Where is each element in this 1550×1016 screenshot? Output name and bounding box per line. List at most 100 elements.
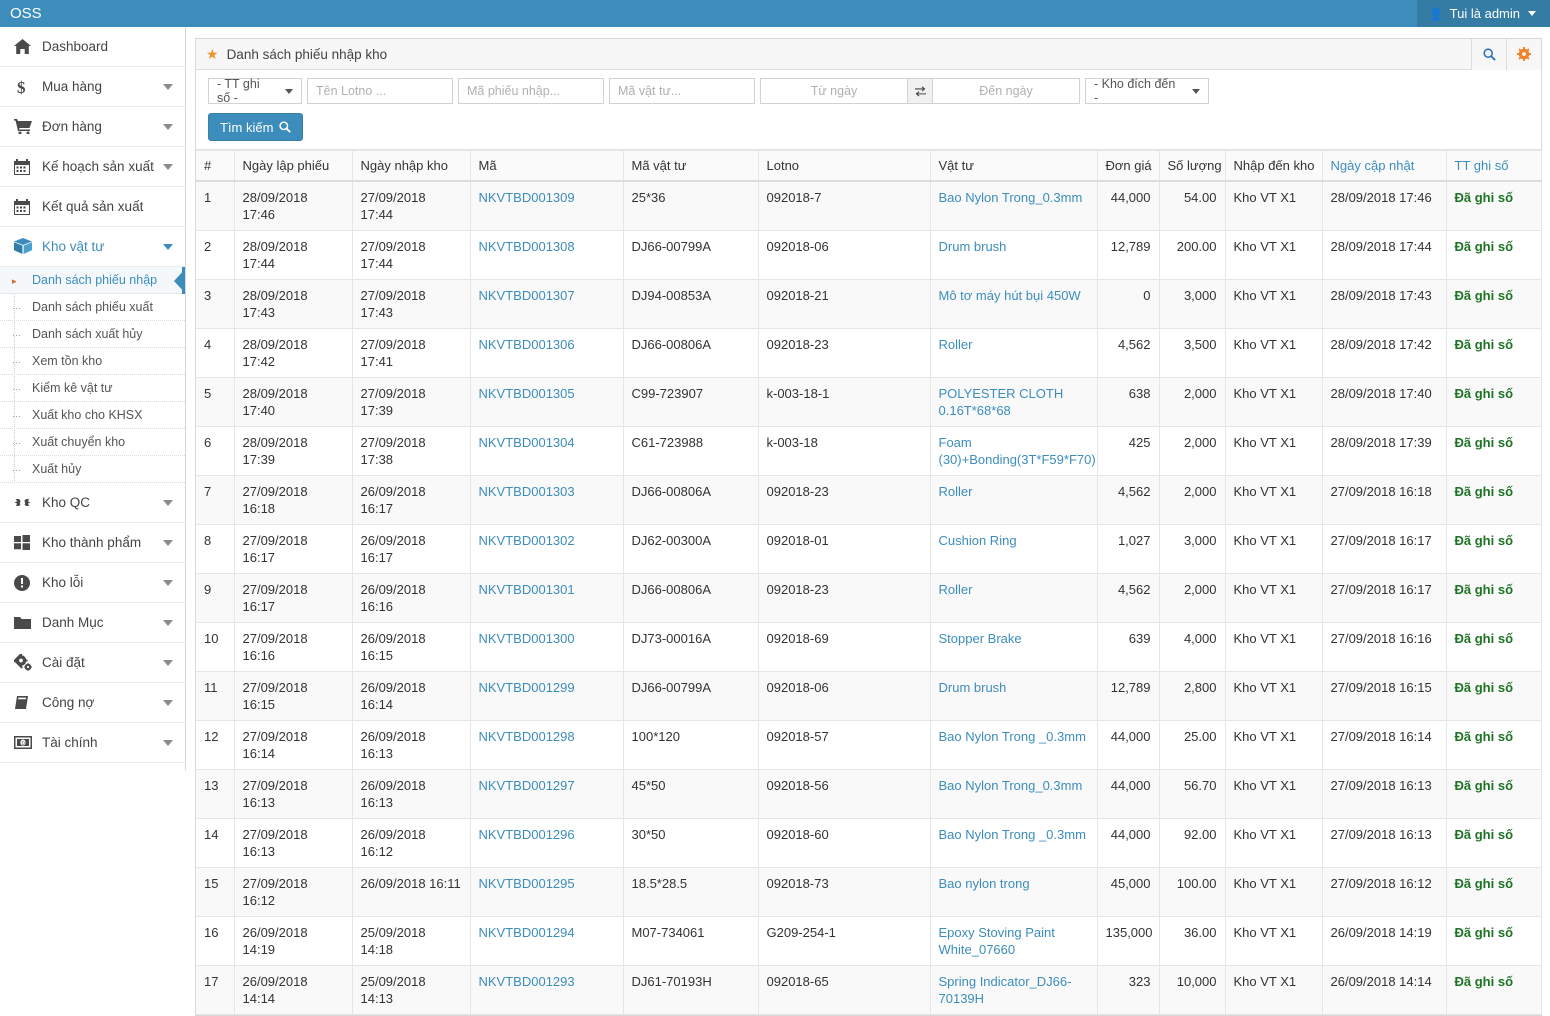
filter-tu-ngay-input[interactable] — [760, 78, 908, 104]
th-ngay-cap-nhat[interactable]: Ngày cập nhật — [1322, 150, 1447, 182]
cell-vat-tu[interactable]: Roller — [930, 328, 1098, 378]
sidebar-item-danh-sach-phieu-nhap[interactable]: ▸ Danh sách phiếu nhập — [0, 267, 185, 294]
cell-vat-tu[interactable]: Foam (30)+Bonding(3T*F59*F70) — [930, 426, 1098, 476]
cell-vat-tu[interactable]: Bao Nylon Trong _0.3mm — [930, 720, 1098, 770]
cell-ma[interactable]: NKVTBD001301 — [470, 573, 624, 623]
table-row[interactable]: 6 28/09/2018 17:39 27/09/2018 17:38 NKVTBD0… — [196, 426, 1542, 476]
cell-vat-tu[interactable]: Roller — [930, 475, 1098, 525]
cell-ma[interactable]: NKVTBD001308 — [470, 230, 624, 280]
star-icon[interactable]: ★ — [206, 47, 219, 61]
sidebar-item-kho-thanh-pham[interactable]: Kho thành phẩm — [0, 523, 185, 563]
cell-ma[interactable]: NKVTBD001293 — [470, 965, 624, 1015]
sidebar-item-ke-hoach-san-xuat[interactable]: Kế hoạch sản xuất — [0, 147, 185, 187]
gears-icon — [14, 654, 36, 671]
cell-ma[interactable]: NKVTBD001298 — [470, 720, 624, 770]
th-ngay-nhap[interactable]: Ngày nhập kho — [352, 150, 471, 182]
sidebar-item-cong-no[interactable]: Công nợ — [0, 683, 185, 723]
th-so-luong[interactable]: Số lượng — [1159, 150, 1226, 182]
table-row[interactable]: 5 28/09/2018 17:40 27/09/2018 17:39 NKVTBD0… — [196, 377, 1542, 427]
cell-ma[interactable]: NKVTBD001300 — [470, 622, 624, 672]
table-row[interactable]: 8 27/09/2018 16:17 26/09/2018 16:17 NKVTBD0… — [196, 524, 1542, 574]
search-submit-button[interactable]: Tìm kiếm — [208, 113, 304, 141]
cell-ma[interactable]: NKVTBD001295 — [470, 867, 624, 917]
table-row[interactable]: 2 28/09/2018 17:44 27/09/2018 17:44 NKVTBD0… — [196, 230, 1542, 280]
cell-ma[interactable]: NKVTBD001294 — [470, 916, 624, 966]
cell-ma[interactable]: NKVTBD001305 — [470, 377, 624, 427]
table-row[interactable]: 3 28/09/2018 17:43 27/09/2018 17:43 NKVTBD0… — [196, 279, 1542, 329]
table-row[interactable]: 13 27/09/2018 16:13 26/09/2018 16:13 NKVTBD… — [196, 769, 1542, 819]
sidebar-item-kho-qc[interactable]: Kho QC — [0, 483, 185, 523]
table-row[interactable]: 16 26/09/2018 14:19 25/09/2018 14:18 NKVTBD… — [196, 916, 1542, 966]
panel-search-button[interactable] — [1471, 38, 1506, 70]
panel-settings-button[interactable] — [1506, 38, 1541, 70]
th-ma[interactable]: Mã — [470, 150, 624, 182]
cell-vat-tu[interactable]: Stopper Brake — [930, 622, 1098, 672]
table-row[interactable]: 17 26/09/2018 14:14 25/09/2018 14:13 NKVTBD… — [196, 965, 1542, 1015]
sidebar-item-xuat-kho-cho-khsx[interactable]: ⋯ Xuất kho cho KHSX — [0, 402, 185, 429]
cell-ma[interactable]: NKVTBD001307 — [470, 279, 624, 329]
app-brand[interactable]: OSS — [0, 0, 186, 27]
cell-vat-tu[interactable]: Drum brush — [930, 671, 1098, 721]
filter-ma-phieu-input[interactable] — [458, 78, 604, 104]
table-row[interactable]: 10 27/09/2018 16:16 26/09/2018 16:15 NKVTBD… — [196, 622, 1542, 672]
table-row[interactable]: 7 27/09/2018 16:18 26/09/2018 16:17 NKVTBD0… — [196, 475, 1542, 525]
cell-vat-tu[interactable]: Mô tơ máy hút bụi 450W — [930, 279, 1098, 329]
th-tt-ghi-so[interactable]: TT ghi số — [1446, 150, 1542, 182]
filter-den-ngay-input[interactable] — [932, 78, 1080, 104]
th-vat-tu[interactable]: Vật tư — [930, 150, 1098, 182]
table-row[interactable]: 1 28/09/2018 17:46 27/09/2018 17:44 NKVTBD0… — [196, 181, 1542, 231]
sidebar-item-xuat-chuyen-kho[interactable]: ⋯ Xuất chuyển kho — [0, 429, 185, 456]
cell-vat-tu[interactable]: Roller — [930, 573, 1098, 623]
table-row[interactable]: 4 28/09/2018 17:42 27/09/2018 17:41 NKVTBD0… — [196, 328, 1542, 378]
sidebar-item-danh-sach-phieu-xuat[interactable]: ⋯ Danh sách phiếu xuất — [0, 294, 185, 321]
table-row[interactable]: 11 27/09/2018 16:15 26/09/2018 16:14 NKVTBD… — [196, 671, 1542, 721]
th-index[interactable]: # — [196, 150, 235, 182]
table-row[interactable]: 12 27/09/2018 16:14 26/09/2018 16:13 NKVTBD… — [196, 720, 1542, 770]
th-ngay-lap[interactable]: Ngày lập phiếu — [234, 150, 353, 182]
filter-ma-vat-tu-input[interactable] — [609, 78, 755, 104]
sidebar-item-xem-ton-kho[interactable]: ⋯ Xem tồn kho — [0, 348, 185, 375]
filter-lotno-input[interactable] — [307, 78, 453, 104]
cell-vat-tu[interactable]: Bao Nylon Trong _0.3mm — [930, 818, 1098, 868]
cell-ma[interactable]: NKVTBD001297 — [470, 769, 624, 819]
filter-kho-select[interactable]: - Kho đích đến - — [1085, 77, 1209, 105]
sidebar-item-kho-vat-tu[interactable]: Kho vật tư — [0, 227, 185, 267]
cell-ma[interactable]: NKVTBD001306 — [470, 328, 624, 378]
sidebar-item-danh-sach-xuat-huy[interactable]: ⋯ Danh sách xuất hủy — [0, 321, 185, 348]
th-don-gia[interactable]: Đơn giá — [1097, 150, 1160, 182]
cell-vat-tu[interactable]: Bao nylon trong — [930, 867, 1098, 917]
cell-ma[interactable]: NKVTBD001302 — [470, 524, 624, 574]
table-row[interactable]: 9 27/09/2018 16:17 26/09/2018 16:16 NKVTBD0… — [196, 573, 1542, 623]
cell-vat-tu[interactable]: Bao Nylon Trong_0.3mm — [930, 181, 1098, 231]
cell-vat-tu[interactable]: POLYESTER CLOTH 0.16T*68*68 — [930, 377, 1098, 427]
cell-vat-tu[interactable]: Cushion Ring — [930, 524, 1098, 574]
th-ma-vat-tu[interactable]: Mã vật tư — [623, 150, 759, 182]
table-row[interactable]: 14 27/09/2018 16:13 26/09/2018 16:12 NKVTBD… — [196, 818, 1542, 868]
cell-vat-tu[interactable]: Epoxy Stoving Paint White_07660 — [930, 916, 1098, 966]
sidebar-item-mua-hang[interactable]: $ Mua hàng — [0, 67, 185, 107]
sidebar-item-kiem-ke-vat-tu[interactable]: ⋯ Kiểm kê vật tư — [0, 375, 185, 402]
cell-ma[interactable]: NKVTBD001296 — [470, 818, 624, 868]
swap-dates-button[interactable] — [908, 78, 932, 104]
cell-ma[interactable]: NKVTBD001304 — [470, 426, 624, 476]
sidebar-item-kho-loi[interactable]: Kho lỗi — [0, 563, 185, 603]
th-lotno[interactable]: Lotno — [758, 150, 931, 182]
cell-vat-tu[interactable]: Bao Nylon Trong_0.3mm — [930, 769, 1098, 819]
sidebar-item-ket-qua-san-xuat[interactable]: Kết quả sản xuất — [0, 187, 185, 227]
cell-ma[interactable]: NKVTBD001299 — [470, 671, 624, 721]
sidebar-item-cai-dat[interactable]: Cài đặt — [0, 643, 185, 683]
sidebar-item-xuat-huy[interactable]: ⋯ Xuất hủy — [0, 456, 185, 483]
cell-ma[interactable]: NKVTBD001309 — [470, 181, 624, 231]
cell-ma[interactable]: NKVTBD001303 — [470, 475, 624, 525]
sidebar-item-dashboard[interactable]: Dashboard — [0, 27, 185, 67]
th-nhap-den-kho[interactable]: Nhập đến kho — [1225, 150, 1323, 182]
filter-status-select[interactable]: - TT ghi số - — [208, 77, 302, 105]
sidebar-sublabel-xuat-huy: Xuất hủy — [32, 462, 82, 476]
sidebar-item-danh-muc[interactable]: Danh Mục — [0, 603, 185, 643]
cell-vat-tu[interactable]: Drum brush — [930, 230, 1098, 280]
sidebar-item-tai-chinh[interactable]: 0 Tài chính — [0, 723, 185, 763]
user-menu[interactable]: 👤 Tui là admin — [1416, 0, 1550, 27]
table-row[interactable]: 15 27/09/2018 16:12 26/09/2018 16:11 NKVTBD… — [196, 867, 1542, 917]
sidebar-item-don-hang[interactable]: Đơn hàng — [0, 107, 185, 147]
cell-vat-tu[interactable]: Spring Indicator_DJ66-70139H — [930, 965, 1098, 1015]
